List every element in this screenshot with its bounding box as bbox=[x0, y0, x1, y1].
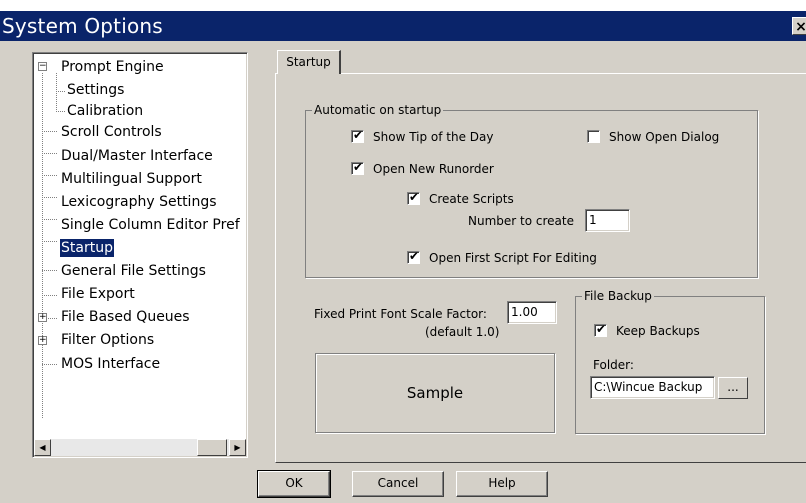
tree-item-calibration[interactable]: Calibration bbox=[66, 102, 144, 120]
tree-line bbox=[42, 219, 57, 220]
tree-item-file-based-queues[interactable]: File Based Queues bbox=[60, 308, 191, 326]
scroll-thumb[interactable] bbox=[197, 439, 227, 456]
sample-preview: Sample bbox=[315, 353, 555, 433]
tree-line bbox=[56, 91, 65, 92]
top-edge bbox=[0, 0, 806, 11]
checkbox-label: Show Open Dialog bbox=[609, 130, 720, 144]
tree-item-scroll-controls[interactable]: Scroll Controls bbox=[60, 123, 163, 141]
tree-content: − Prompt Engine Settings Calibration Scr… bbox=[33, 53, 247, 438]
folder-label: Folder: bbox=[593, 358, 634, 372]
open-first-script-checkbox[interactable]: ✔ Open First Script For Editing bbox=[407, 249, 597, 266]
tree-item-single-column-editor[interactable]: Single Column Editor Pref bbox=[60, 216, 241, 234]
checkbox-label: Keep Backups bbox=[616, 324, 700, 338]
checkbox-label: Show Tip of the Day bbox=[373, 130, 494, 144]
checkbox-box: ✔ bbox=[407, 190, 420, 205]
folder-input[interactable]: C:\Wincue Backup bbox=[590, 376, 715, 399]
tree-line bbox=[42, 131, 57, 132]
font-scale-label: Fixed Print Font Scale Factor: bbox=[314, 307, 487, 321]
checkbox-box: ✔ bbox=[351, 128, 364, 143]
tree-line bbox=[42, 364, 57, 365]
font-scale-default-note: (default 1.0) bbox=[425, 325, 500, 339]
tree-item-startup[interactable]: Startup bbox=[60, 239, 114, 257]
tree-item-filter-options[interactable]: Filter Options bbox=[60, 331, 155, 349]
checkbox-box: ✔ bbox=[351, 160, 364, 175]
title-bar: System Options × bbox=[0, 11, 806, 41]
tree-item-dual-master-interface[interactable]: Dual/Master Interface bbox=[60, 147, 214, 165]
check-icon: ✔ bbox=[596, 322, 607, 336]
cancel-button[interactable]: Cancel bbox=[352, 471, 444, 497]
close-icon[interactable]: × bbox=[792, 17, 806, 35]
show-tip-checkbox[interactable]: ✔ Show Tip of the Day bbox=[351, 128, 494, 145]
window-title: System Options bbox=[2, 14, 163, 38]
check-icon: ✔ bbox=[353, 160, 364, 174]
tree-line bbox=[42, 197, 57, 198]
check-icon: ✔ bbox=[353, 128, 364, 142]
tree-item-general-file-settings[interactable]: General File Settings bbox=[60, 262, 207, 280]
tree-horizontal-scrollbar[interactable]: ◀ ▶ bbox=[34, 439, 246, 456]
tree-item-lexicography-settings[interactable]: Lexicography Settings bbox=[60, 193, 218, 211]
tree-item-settings[interactable]: Settings bbox=[66, 81, 125, 99]
tree-item-prompt-engine[interactable]: Prompt Engine bbox=[60, 58, 165, 76]
tree-line bbox=[42, 241, 57, 242]
ok-button[interactable]: OK bbox=[257, 470, 331, 498]
group-legend: Automatic on startup bbox=[312, 103, 444, 117]
collapse-icon[interactable]: − bbox=[38, 62, 47, 71]
checkbox-label: Open New Runorder bbox=[373, 162, 494, 176]
tree-item-file-export[interactable]: File Export bbox=[60, 285, 136, 303]
tree-line bbox=[56, 73, 57, 112]
tree-line bbox=[42, 270, 57, 271]
group-legend: File Backup bbox=[582, 289, 654, 303]
scroll-right-icon[interactable]: ▶ bbox=[229, 439, 246, 456]
expand-icon[interactable]: + bbox=[38, 336, 47, 345]
check-icon: ✔ bbox=[409, 190, 420, 204]
keep-backups-checkbox[interactable]: ✔ Keep Backups bbox=[594, 322, 700, 339]
browse-folder-button[interactable]: ... bbox=[718, 377, 748, 399]
checkbox-box: ✔ bbox=[407, 249, 420, 264]
number-to-create-input[interactable]: 1 bbox=[585, 209, 630, 232]
number-to-create-label: Number to create bbox=[468, 214, 574, 228]
checkbox-label: Create Scripts bbox=[429, 192, 514, 206]
check-icon: ✔ bbox=[409, 249, 420, 263]
open-new-runorder-checkbox[interactable]: ✔ Open New Runorder bbox=[351, 160, 494, 177]
checkbox-box: ✔ bbox=[594, 322, 607, 337]
tree-item-mos-interface[interactable]: MOS Interface bbox=[60, 355, 161, 373]
options-tree[interactable]: − Prompt Engine Settings Calibration Scr… bbox=[32, 52, 248, 458]
tree-line bbox=[42, 175, 57, 176]
tree-line bbox=[56, 111, 65, 112]
tree-line bbox=[42, 295, 57, 296]
show-open-dialog-checkbox[interactable]: Show Open Dialog bbox=[587, 129, 719, 145]
tree-line bbox=[42, 153, 57, 154]
help-button[interactable]: Help bbox=[456, 471, 548, 497]
tree-item-multilingual-support[interactable]: Multilingual Support bbox=[60, 170, 203, 188]
create-scripts-checkbox[interactable]: ✔ Create Scripts bbox=[407, 190, 514, 207]
font-scale-input[interactable]: 1.00 bbox=[507, 301, 557, 324]
tab-startup[interactable]: Startup bbox=[277, 50, 341, 74]
tree-line bbox=[42, 73, 43, 418]
scroll-left-icon[interactable]: ◀ bbox=[34, 439, 51, 456]
checkbox-label: Open First Script For Editing bbox=[429, 251, 597, 265]
checkbox-box bbox=[587, 130, 600, 143]
expand-icon[interactable]: + bbox=[38, 313, 47, 322]
